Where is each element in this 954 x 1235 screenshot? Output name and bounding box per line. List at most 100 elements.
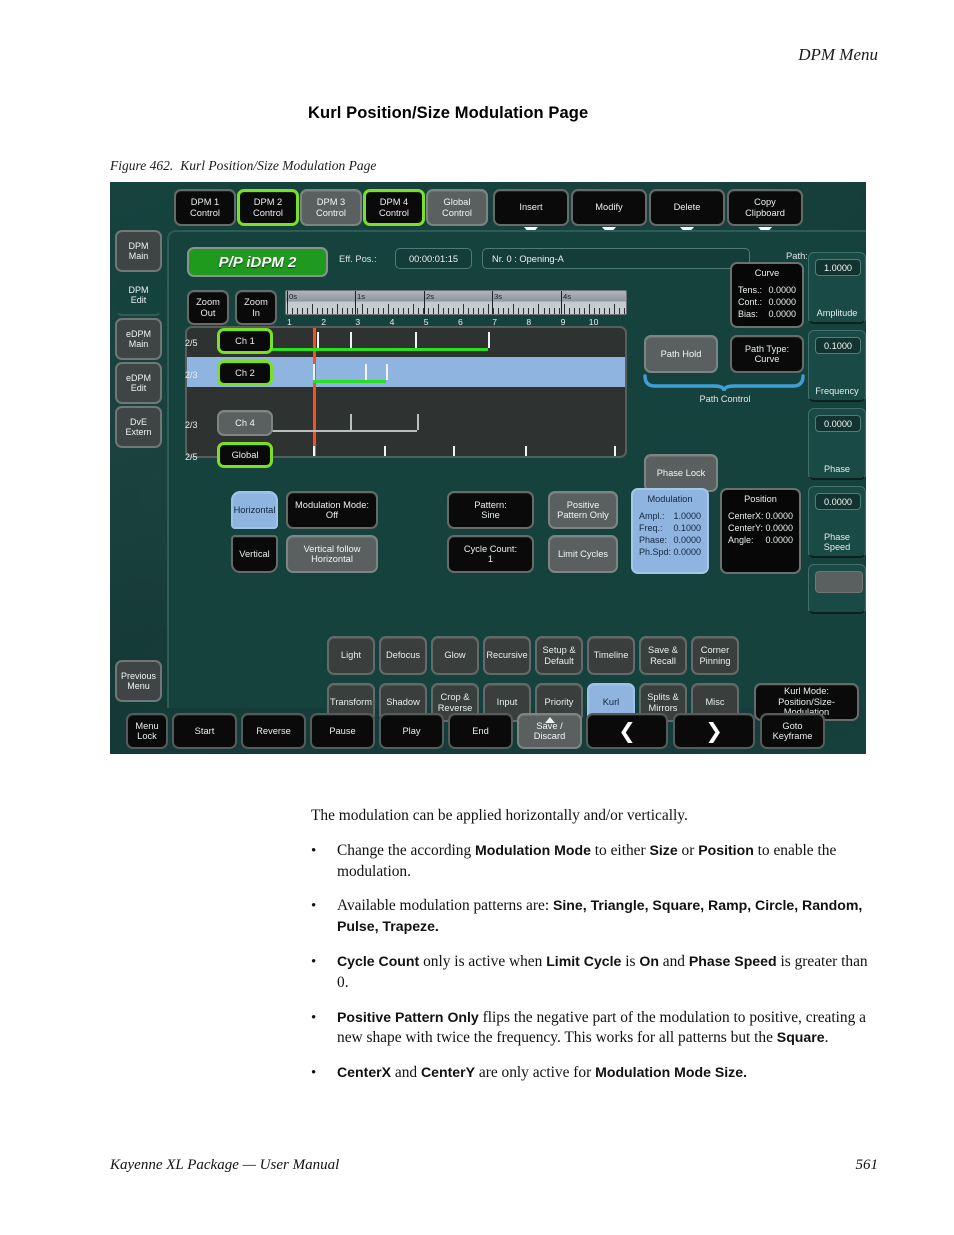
sidebar-item-dpm-main[interactable]: DPM Main: [115, 230, 162, 272]
curve-values-box[interactable]: Curve Tens.: 0.0000 Cont.: 0.0000 Bias: 0.000…: [730, 262, 804, 328]
keyframe-marker[interactable]: [365, 364, 367, 380]
ruler-minor-tick: [433, 308, 434, 314]
bullet-marker: •: [311, 1065, 317, 1082]
rail-knob-phase-speed[interactable]: 0.0000 Phase Speed: [808, 486, 866, 558]
track-ratio: 2/3: [185, 370, 198, 380]
keyframe-marker[interactable]: [453, 446, 455, 456]
transport-button-save-discard[interactable]: Save / Discard: [517, 713, 582, 749]
rail-knob-value[interactable]: 0.0000: [815, 493, 861, 510]
top-button-modify[interactable]: Modify: [571, 189, 647, 235]
function-button-light[interactable]: Light: [327, 636, 375, 675]
sidebar-item-dpm-edit[interactable]: DPM Edit: [115, 274, 162, 316]
transport-button-menu-lock[interactable]: Menu Lock: [126, 713, 168, 749]
pp-idpm-chip[interactable]: P/P iDPM 2: [187, 247, 328, 277]
emphasis-text: Square: [776, 1029, 825, 1046]
modulation-mode-button[interactable]: Modulation Mode: Off: [286, 491, 378, 529]
transport-button-next[interactable]: ❯: [673, 713, 755, 749]
keyframe-marker[interactable]: [415, 332, 417, 348]
sidebar-item-dve-extern[interactable]: DvE Extern: [115, 406, 162, 448]
rail-knob-value[interactable]: 1.0000: [815, 259, 861, 276]
function-button-timeline[interactable]: Timeline: [587, 636, 635, 675]
timeline-ruler[interactable]: 0s 1s 2s 3s 4s: [285, 290, 627, 315]
top-button-dpm-4-control[interactable]: DPM 4 Control: [363, 189, 425, 226]
transport-button-pause[interactable]: Pause: [310, 713, 375, 749]
sidebar-item-previous-menu[interactable]: Previous Menu: [115, 660, 162, 702]
ruler-minor-tick: [287, 304, 288, 314]
keyframe-marker[interactable]: [614, 446, 616, 456]
function-button-glow[interactable]: Glow: [431, 636, 479, 675]
sidebar-item-edpm-edit[interactable]: eDPM Edit: [115, 362, 162, 404]
pattern-button[interactable]: Pattern: Sine: [447, 491, 534, 529]
track-button-global[interactable]: Global: [217, 442, 273, 468]
page-title: Kurl Position/Size Modulation Page: [308, 104, 589, 122]
main-work-area: P/P iDPM 2 Eff. Pos.: 00:00:01:15 Nr. 0 …: [167, 230, 866, 722]
transport-button-label: Save / Discard: [533, 720, 566, 741]
keyframe-marker[interactable]: [525, 446, 527, 456]
track-ratio: 2/5: [185, 452, 198, 462]
vertical-button[interactable]: Vertical: [231, 535, 278, 573]
zoom-out-button[interactable]: Zoom Out: [187, 290, 229, 325]
keyframe-name-field[interactable]: Nr. 0 : Opening-A: [482, 248, 750, 269]
rail-knob-amplitude[interactable]: 1.0000 Amplitude: [808, 252, 866, 324]
function-button-setup-default[interactable]: Setup & Default: [535, 636, 583, 675]
function-button-save-recall[interactable]: Save & Recall: [639, 636, 687, 675]
top-button-dpm-2-control[interactable]: DPM 2 Control: [237, 189, 299, 226]
rail-knob-blank[interactable]: [808, 564, 866, 614]
top-button-insert[interactable]: Insert: [493, 189, 569, 235]
transport-button-start[interactable]: Start: [172, 713, 237, 749]
transport-button-goto-keyframe[interactable]: Goto Keyframe: [760, 713, 825, 749]
rail-knob-frequency[interactable]: 0.1000 Frequency: [808, 330, 866, 402]
rail-blank-field[interactable]: [815, 571, 863, 593]
function-button-label: Corner Pinning: [699, 645, 731, 666]
keyframe-marker[interactable]: [417, 414, 419, 430]
horizontal-button[interactable]: Horizontal: [231, 491, 278, 529]
transport-button-prev[interactable]: ❮: [586, 713, 668, 749]
track-button-ch-1[interactable]: Ch 1: [217, 328, 273, 354]
zoom-in-button[interactable]: Zoom In: [235, 290, 277, 325]
top-button-global-control[interactable]: Global Control: [426, 189, 488, 226]
top-button-delete[interactable]: Delete: [649, 189, 725, 235]
function-button-recursive[interactable]: Recursive: [483, 636, 531, 675]
ruler-minor-tick: [332, 308, 333, 314]
function-button-corner-pinning[interactable]: Corner Pinning: [691, 636, 739, 675]
track-button-ch-4[interactable]: Ch 4: [217, 410, 273, 436]
ruler-minor-tick: [498, 308, 499, 314]
top-button-label: DPM 4 Control: [379, 197, 409, 218]
limit-cycles-button[interactable]: Limit Cycles: [548, 535, 618, 573]
ruler-minor-tick: [533, 308, 534, 314]
modulation-values-box[interactable]: Modulation Ampl.: 1.0000 Freq.: 0.1000 Phase…: [631, 488, 709, 574]
transport-button-play[interactable]: Play: [379, 713, 444, 749]
keyframe-marker[interactable]: [350, 332, 352, 348]
keyframe-marker[interactable]: [313, 364, 315, 380]
keyframe-marker[interactable]: [317, 332, 319, 348]
sidebar-item-edpm-main[interactable]: eDPM Main: [115, 318, 162, 360]
track-button-ch-2[interactable]: Ch 2: [217, 360, 273, 386]
keyframe-marker[interactable]: [350, 414, 352, 430]
cycle-count-button[interactable]: Cycle Count: 1: [447, 535, 534, 573]
phase-lock-button[interactable]: Phase Lock: [644, 454, 718, 492]
positive-pattern-only-button[interactable]: Positive Pattern Only: [548, 491, 618, 529]
path-type-button[interactable]: Path Type: Curve: [730, 335, 804, 373]
rail-knob-label: Frequency: [815, 385, 859, 396]
running-head: DPM Menu: [798, 45, 878, 64]
keyframe-marker[interactable]: [488, 332, 490, 348]
keyframe-marker[interactable]: [386, 364, 388, 380]
function-button-defocus[interactable]: Defocus: [379, 636, 427, 675]
emphasis-text: CenterY: [420, 1064, 476, 1081]
transport-button-end[interactable]: End: [448, 713, 513, 749]
eff-pos-value[interactable]: 00:00:01:15: [395, 248, 472, 269]
rail-knob-value[interactable]: 0.1000: [815, 337, 861, 354]
right-parameter-rail: 1.0000 Amplitude 0.1000 Frequency 0.0000 Phas…: [804, 230, 866, 708]
position-values-box[interactable]: Position CenterX: 0.0000 CenterY: 0.0000 Ang…: [720, 488, 801, 574]
vertical-follow-horizontal-button[interactable]: Vertical follow Horizontal: [286, 535, 378, 573]
top-button-dpm-1-control[interactable]: DPM 1 Control: [174, 189, 236, 226]
keyframe-marker[interactable]: [384, 446, 386, 456]
ruler-label: 1s: [357, 292, 366, 301]
rail-knob-value[interactable]: 0.0000: [815, 415, 861, 432]
top-button-copy-clipboard[interactable]: Copy Clipboard: [727, 189, 803, 235]
path-hold-button[interactable]: Path Hold: [644, 335, 718, 373]
keyframe-marker[interactable]: [313, 446, 315, 456]
top-button-dpm-3-control[interactable]: DPM 3 Control: [300, 189, 362, 226]
transport-button-reverse[interactable]: Reverse: [241, 713, 306, 749]
rail-knob-phase[interactable]: 0.0000 Phase: [808, 408, 866, 480]
